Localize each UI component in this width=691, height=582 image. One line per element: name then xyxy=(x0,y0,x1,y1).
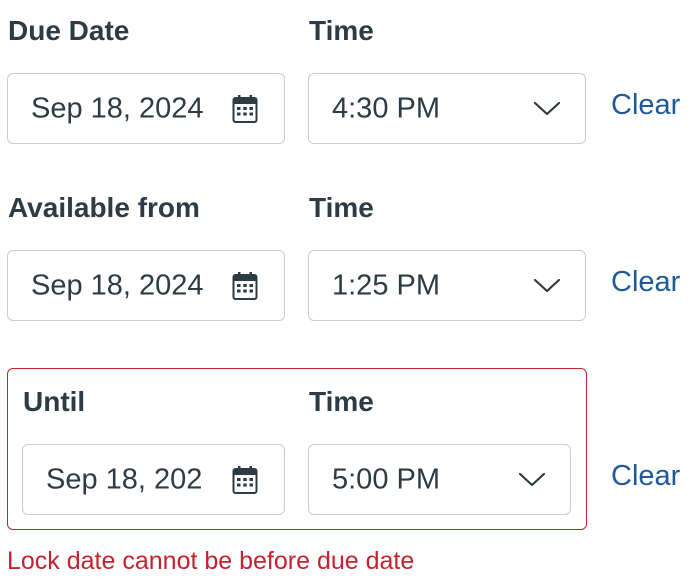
until-date-input[interactable]: Sep 18, 202 xyxy=(22,444,285,515)
due-time-value: 4:30 PM xyxy=(332,92,440,124)
due-date-label: Due Date xyxy=(8,15,130,46)
chevron-down-icon xyxy=(533,278,561,292)
calendar-icon[interactable] xyxy=(232,271,258,301)
until-clear-link[interactable]: Clear xyxy=(611,460,680,493)
available-from-time-label: Time xyxy=(309,192,374,223)
available-from-time-select[interactable]: 1:25 PM xyxy=(308,250,586,321)
available-from-label: Available from xyxy=(8,192,200,223)
due-date-input[interactable]: Sep 18, 2024 xyxy=(7,73,285,144)
available-from-time-value: 1:25 PM xyxy=(332,269,440,301)
due-time-select[interactable]: 4:30 PM xyxy=(308,73,586,144)
until-time-select[interactable]: 5:00 PM xyxy=(308,444,571,515)
due-clear-link[interactable]: Clear xyxy=(611,89,680,122)
until-label: Until xyxy=(23,386,86,417)
date-settings-panel: Due Date Time Sep 18, 2024 4:30 PM Clear… xyxy=(0,0,691,582)
available-from-date-value: Sep 18, 2024 xyxy=(31,269,204,301)
calendar-icon[interactable] xyxy=(232,94,258,124)
until-error-message: Lock date cannot be before due date xyxy=(7,547,415,575)
available-from-date-input[interactable]: Sep 18, 2024 xyxy=(7,250,285,321)
until-time-value: 5:00 PM xyxy=(332,463,440,495)
due-time-label: Time xyxy=(309,15,374,46)
due-date-value: Sep 18, 2024 xyxy=(31,92,204,124)
chevron-down-icon xyxy=(533,101,561,115)
until-date-value: Sep 18, 202 xyxy=(46,463,203,495)
until-time-label: Time xyxy=(309,386,374,417)
calendar-icon[interactable] xyxy=(232,465,258,495)
chevron-down-icon xyxy=(518,472,546,486)
available-from-clear-link[interactable]: Clear xyxy=(611,266,680,299)
